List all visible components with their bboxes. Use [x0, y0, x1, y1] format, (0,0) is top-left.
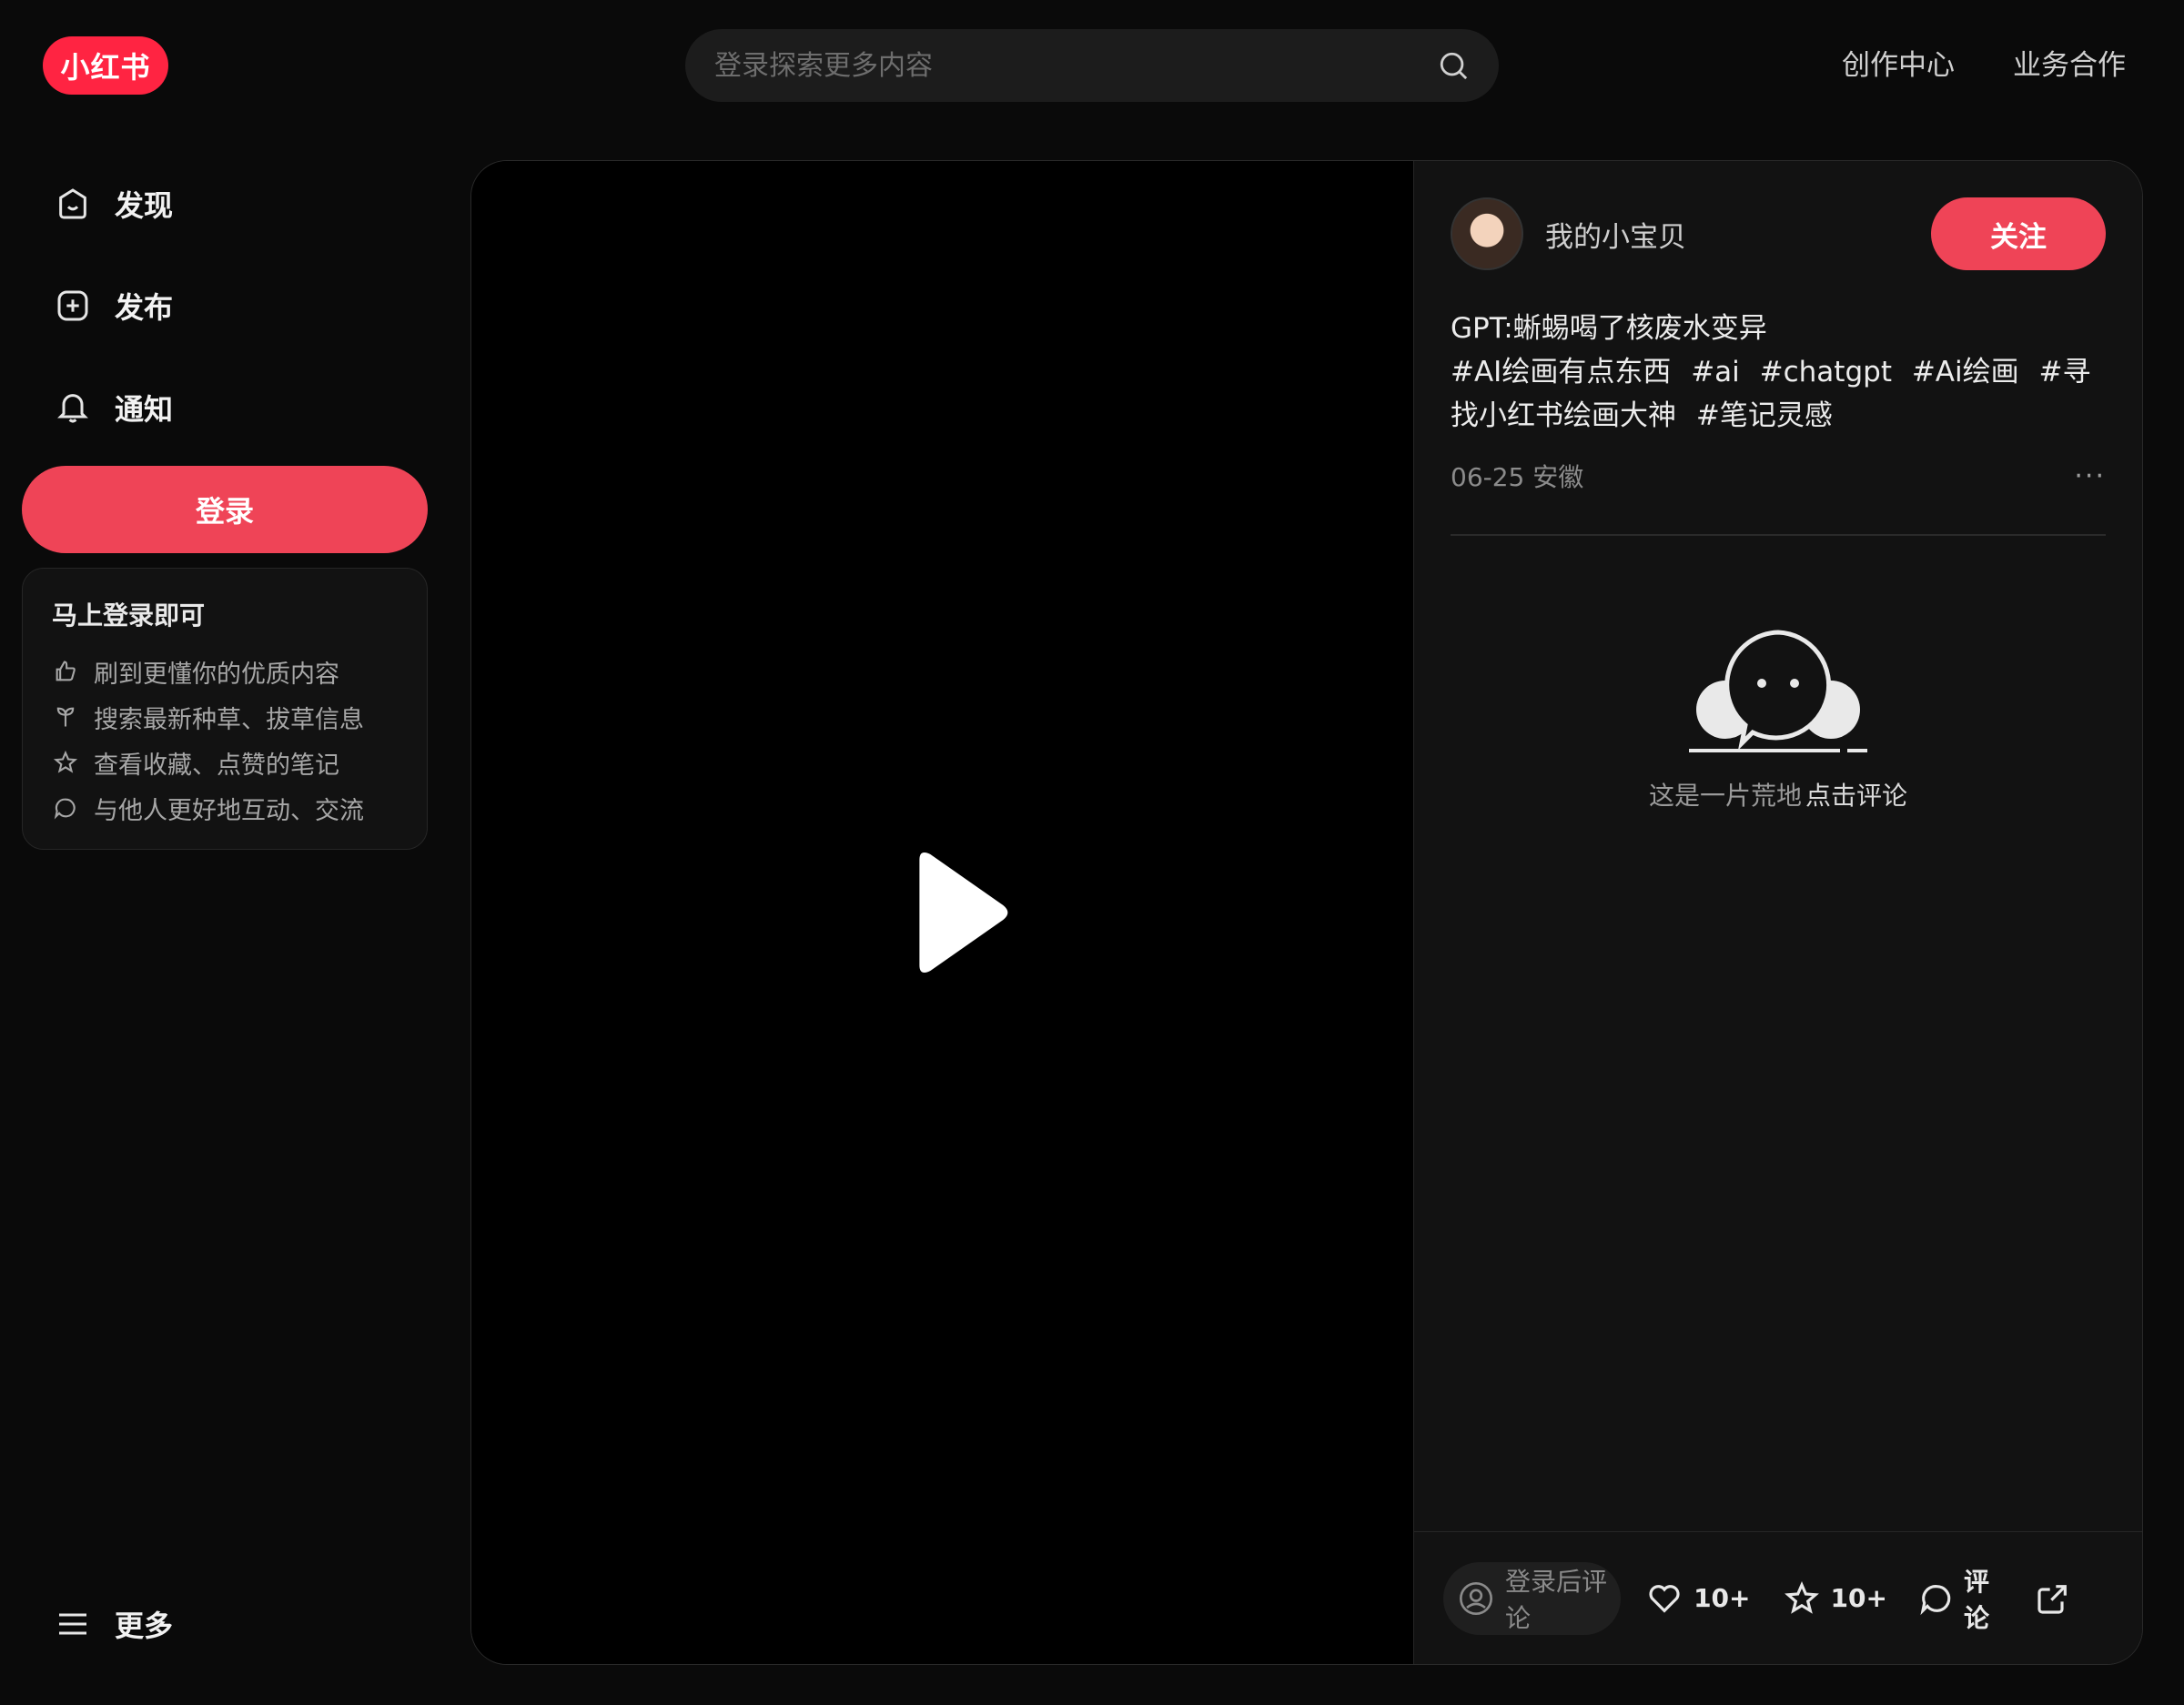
- follow-button-label: 关注: [1990, 220, 2047, 254]
- hashtag-link[interactable]: #AI绘画有点东西: [1451, 356, 1671, 388]
- comment-input[interactable]: 登录后评论: [1443, 1561, 1622, 1635]
- login-benefits-card: 马上登录即可 刷到更懂你的优质内容 搜索最新种草、拔草信息 查看收藏、点赞的笔记…: [22, 568, 428, 850]
- hashtag-link[interactable]: #ai: [1691, 356, 1740, 388]
- benefit-item: 查看收藏、点赞的笔记: [52, 740, 398, 785]
- sidebar-item-notifications[interactable]: 通知: [22, 364, 428, 451]
- note-title: GPT:蜥蜴喝了核废水变异: [1451, 312, 1767, 345]
- hashtag-link[interactable]: #chatgpt: [1760, 356, 1892, 388]
- logo-text: 小红书: [60, 50, 151, 85]
- share-icon: [2033, 1579, 2073, 1619]
- benefit-text: 搜索最新种草、拔草信息: [94, 705, 364, 734]
- sidebar-item-publish[interactable]: 发布: [22, 262, 428, 349]
- chat-bubble-icon: [1918, 1579, 1955, 1619]
- search-icon[interactable]: [1437, 49, 1470, 82]
- hashtag-link[interactable]: #Ai绘画: [1912, 356, 2019, 388]
- heart-icon: [1644, 1579, 1684, 1619]
- menu-icon: [53, 1604, 93, 1644]
- bell-icon: [53, 388, 93, 428]
- empty-label: 这是一片荒地: [1648, 781, 1802, 811]
- collect-button[interactable]: 10+: [1782, 1579, 1887, 1619]
- benefit-item: 刷到更懂你的优质内容: [52, 649, 398, 694]
- sidebar-item-label: 发布: [115, 290, 174, 325]
- comment-placeholder: 登录后评论: [1505, 1566, 1608, 1633]
- benefit-item: 与他人更好地互动、交流: [52, 785, 398, 831]
- xiaohongshu-logo[interactable]: 小红书: [43, 36, 168, 95]
- like-count: 10+: [1694, 1583, 1751, 1613]
- thumbs-up-icon: [52, 658, 79, 685]
- app-root: 小红书 创作中心 业务合作 发现: [0, 0, 2184, 1705]
- author-row: 我的小宝贝 关注: [1451, 197, 2106, 270]
- sidebar-item-label: 发现: [115, 188, 174, 223]
- note-side-panel: 我的小宝贝 关注 GPT:蜥蜴喝了核废水变异 #AI绘画有点东西 #ai #ch…: [1414, 161, 2142, 1664]
- note-tags: #AI绘画有点东西 #ai #chatgpt #Ai绘画 #寻找小红书绘画大神 …: [1451, 350, 2091, 438]
- sidebar-item-label: 通知: [115, 392, 174, 427]
- collect-count: 10+: [1830, 1583, 1887, 1613]
- follow-button[interactable]: 关注: [1931, 197, 2106, 270]
- login-card-title: 马上登录即可: [52, 600, 206, 631]
- note-date-location: 06-25 安徽: [1451, 462, 1584, 492]
- sidebar-nav: 发现 发布 通知: [22, 160, 428, 466]
- top-links: 创作中心 业务合作: [1842, 44, 2126, 87]
- divider: [1451, 534, 2106, 536]
- sprout-icon: [52, 703, 79, 731]
- empty-comments: 这是一片荒地 点击评论: [1414, 623, 2142, 812]
- creator-center-link[interactable]: 创作中心: [1842, 44, 1955, 87]
- play-icon[interactable]: [901, 849, 1010, 976]
- like-button[interactable]: 10+: [1644, 1579, 1751, 1619]
- note-detail-card: 我的小宝贝 关注 GPT:蜥蜴喝了核废水变异 #AI绘画有点东西 #ai #ch…: [470, 160, 2143, 1665]
- author-avatar[interactable]: [1451, 197, 1523, 270]
- benefit-item: 搜索最新种草、拔草信息: [52, 694, 398, 740]
- empty-comments-text: 这是一片荒地 点击评论: [1649, 776, 1907, 812]
- user-circle-icon: [1458, 1579, 1494, 1619]
- hashtag-link[interactable]: #笔记灵感: [1696, 399, 1833, 432]
- benefit-text: 查看收藏、点赞的笔记: [94, 751, 339, 780]
- interaction-bar: 登录后评论 10+ 10+ 评论: [1414, 1531, 2142, 1664]
- more-label: 更多: [115, 1609, 174, 1643]
- comment-label: 评论: [1963, 1566, 1989, 1633]
- more-options-icon[interactable]: ···: [2074, 460, 2106, 492]
- benefit-text: 刷到更懂你的优质内容: [94, 660, 339, 689]
- chat-bubble-icon: [52, 794, 79, 822]
- login-button-label: 登录: [195, 494, 254, 529]
- star-icon: [1782, 1579, 1822, 1619]
- star-icon: [52, 749, 79, 776]
- author-name[interactable]: 我的小宝贝: [1545, 214, 1931, 255]
- search-input[interactable]: [714, 29, 1437, 102]
- comment-button[interactable]: 评论: [1918, 1562, 2002, 1635]
- search-bar[interactable]: [685, 29, 1499, 102]
- click-to-comment-link[interactable]: 点击评论: [1805, 781, 1907, 811]
- benefit-text: 与他人更好地互动、交流: [94, 796, 364, 825]
- share-button[interactable]: [2033, 1579, 2082, 1619]
- home-icon: [53, 184, 93, 224]
- note-meta: 06-25 安徽 ···: [1451, 458, 2106, 494]
- business-link[interactable]: 业务合作: [2013, 44, 2126, 87]
- login-button[interactable]: 登录: [22, 466, 428, 553]
- plus-square-icon: [53, 286, 93, 326]
- video-player[interactable]: [471, 161, 1414, 1664]
- note-description: GPT:蜥蜴喝了核废水变异 #AI绘画有点东西 #ai #chatgpt #Ai…: [1451, 307, 2091, 438]
- empty-comments-illustration: [1689, 630, 1867, 752]
- more-menu-button[interactable]: 更多: [53, 1603, 173, 1645]
- sidebar-item-discover[interactable]: 发现: [22, 160, 428, 247]
